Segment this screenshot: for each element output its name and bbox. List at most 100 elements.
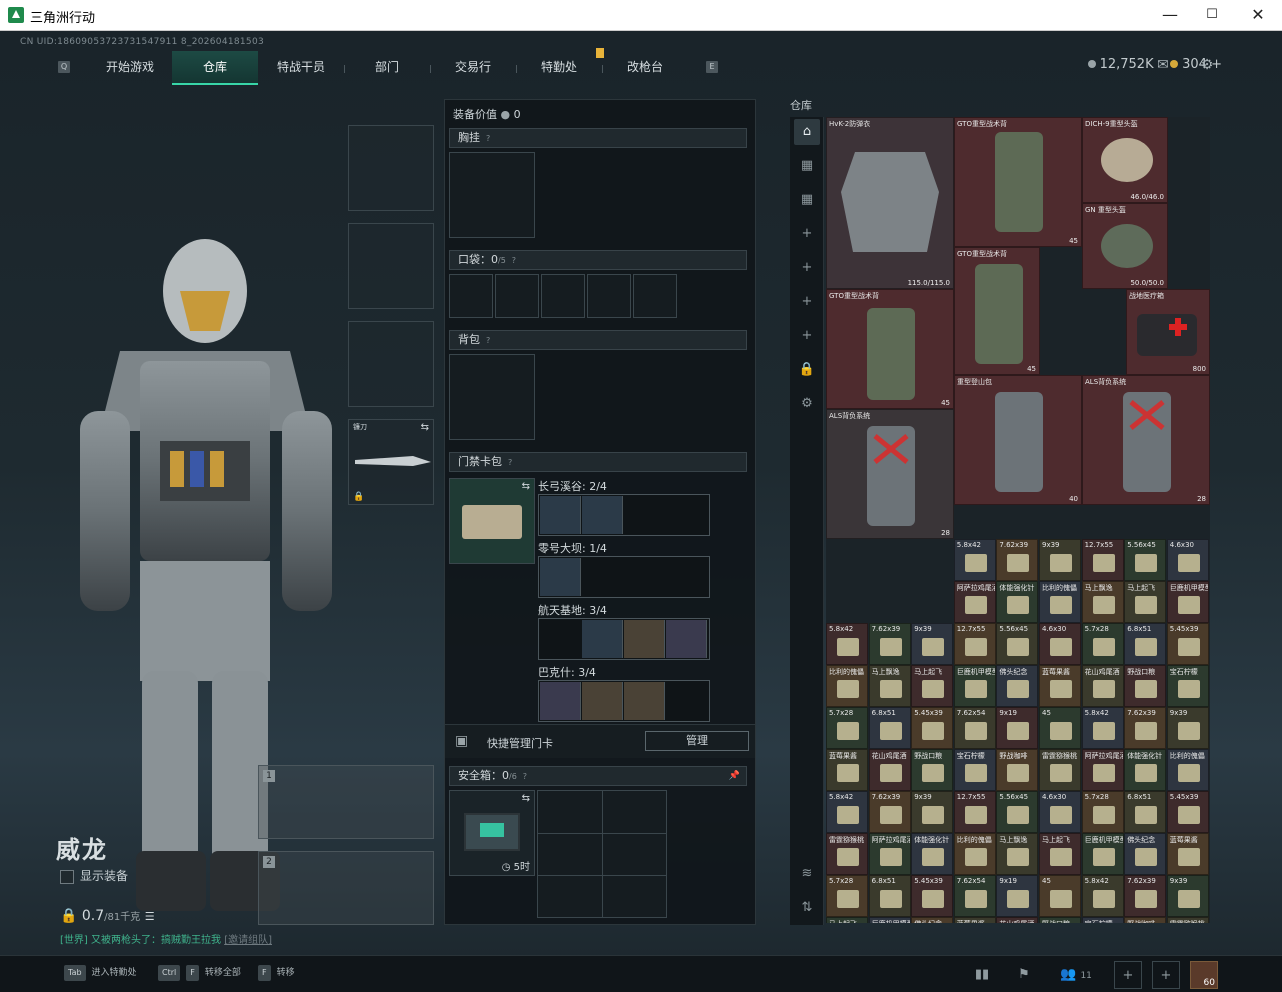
- warehouse-small-item[interactable]: 5.7x28: [826, 707, 868, 749]
- pocket-slot[interactable]: [633, 274, 677, 318]
- hint-transfer[interactable]: F 转移: [258, 965, 295, 981]
- warehouse-small-item[interactable]: 蓝莓果酱: [826, 749, 868, 791]
- tab-operators[interactable]: 特战干员: [258, 51, 344, 85]
- keycard-item[interactable]: [624, 620, 665, 658]
- warehouse-small-item[interactable]: 马上飘逸: [868, 665, 911, 707]
- nav-key-e[interactable]: E: [706, 61, 718, 73]
- warehouse-item[interactable]: 战地医疗箱 800: [1126, 289, 1210, 375]
- warehouse-small-item[interactable]: 巨鹿机甲模型: [868, 917, 911, 923]
- warehouse-small-item[interactable]: 4.6x30: [1039, 623, 1081, 665]
- list-icon[interactable]: ☰: [145, 910, 155, 923]
- warehouse-small-item[interactable]: 比利的傀儡: [1166, 749, 1209, 791]
- warehouse-small-item[interactable]: 5.45x39: [1166, 623, 1209, 665]
- warehouse-small-item[interactable]: 12.7x55: [953, 791, 996, 833]
- warehouse-item[interactable]: GTO重型战术背 45: [954, 247, 1040, 375]
- warehouse-small-item[interactable]: 6.8x51: [1124, 623, 1167, 665]
- warehouse-small-item[interactable]: 5.8x42: [953, 539, 996, 581]
- warehouse-small-item[interactable]: 体能强化针: [1124, 749, 1167, 791]
- warehouse-item[interactable]: GN 重型头盔 50.0/50.0: [1082, 203, 1168, 289]
- warehouse-small-item[interactable]: 7.62x39: [868, 623, 911, 665]
- friends-button[interactable]: 👥 11: [1056, 961, 1096, 989]
- pocket-slot[interactable]: [495, 274, 539, 318]
- warehouse-small-item[interactable]: 5.45x39: [911, 875, 954, 917]
- warehouse-small-item[interactable]: 宝石柠檬: [1081, 917, 1124, 923]
- checkbox[interactable]: [60, 869, 74, 884]
- warehouse-small-item[interactable]: 野战口粮: [1124, 665, 1167, 707]
- warehouse-small-item[interactable]: 5.8x42: [1081, 707, 1124, 749]
- add-tab-icon[interactable]: +: [794, 221, 820, 247]
- warehouse-small-item[interactable]: 9x39: [911, 791, 954, 833]
- warehouse-small-item[interactable]: 马上飘逸: [996, 833, 1039, 875]
- warehouse-item[interactable]: ALS背负系统 28: [1082, 375, 1210, 505]
- warehouse-small-item[interactable]: 马上起飞: [826, 917, 868, 923]
- minimize-button[interactable]: —: [1160, 6, 1180, 26]
- keycard-item[interactable]: [540, 496, 581, 534]
- warehouse-item[interactable]: 重型登山包 40: [954, 375, 1082, 505]
- tab-trade[interactable]: 交易行: [430, 51, 516, 85]
- help-icon[interactable]: ?: [486, 336, 490, 345]
- pocket-slot[interactable]: [541, 274, 585, 318]
- sort-icon[interactable]: ⇅: [794, 895, 820, 921]
- flag-icon[interactable]: ⚑: [1010, 961, 1038, 989]
- warehouse-small-item[interactable]: 5.45x39: [911, 707, 954, 749]
- warehouse-small-item[interactable]: 5.8x42: [826, 623, 868, 665]
- pocket-slot[interactable]: [587, 274, 631, 318]
- warehouse-small-item[interactable]: 阿萨拉鸡尾酒: [953, 581, 996, 623]
- warehouse-small-item[interactable]: 9x39: [911, 623, 954, 665]
- warehouse-small-item[interactable]: 45: [1039, 707, 1081, 749]
- swap-icon[interactable]: ⇆: [522, 793, 530, 804]
- warehouse-small-item[interactable]: 雷霆猕猴桃: [826, 833, 868, 875]
- manage-button[interactable]: 管理: [645, 731, 749, 751]
- warehouse-item[interactable]: GTO重型战术背 45: [954, 117, 1082, 247]
- keycard-item[interactable]: [582, 682, 623, 720]
- keycard-item[interactable]: [624, 682, 665, 720]
- warehouse-small-item[interactable]: 12.7x55: [953, 623, 996, 665]
- tab-department[interactable]: 部门: [344, 51, 430, 85]
- warehouse-small-item[interactable]: 5.8x42: [826, 791, 868, 833]
- tab-special-ops[interactable]: 特勤处: [516, 51, 602, 85]
- pistol-slot[interactable]: [348, 321, 434, 407]
- invite-link[interactable]: [邀请组队]: [224, 935, 272, 946]
- warehouse-small-item[interactable]: 雷霆猕猴桃: [1166, 917, 1209, 923]
- helmet-slot[interactable]: [348, 125, 434, 211]
- warehouse-small-item[interactable]: 野战口粮: [1039, 917, 1081, 923]
- warehouse-small-item[interactable]: 体能强化针: [996, 581, 1039, 623]
- armor-slot[interactable]: [348, 223, 434, 309]
- keycard-item[interactable]: [582, 620, 623, 658]
- warehouse-small-item[interactable]: 6.8x51: [1124, 791, 1167, 833]
- add-tab-icon[interactable]: +: [794, 289, 820, 315]
- safe-box-grid[interactable]: [537, 790, 667, 918]
- help-icon[interactable]: ?: [486, 134, 490, 143]
- close-button[interactable]: ✕: [1248, 6, 1268, 26]
- warehouse-small-item[interactable]: 5.7x28: [826, 875, 868, 917]
- warehouse-item[interactable]: GTO重型战术背 45: [826, 289, 954, 409]
- add-tab-icon[interactable]: +: [794, 255, 820, 281]
- warehouse-small-item[interactable]: 7.62x54: [953, 875, 996, 917]
- warehouse-small-item[interactable]: 阿萨拉鸡尾酒: [1081, 749, 1124, 791]
- warehouse-small-item[interactable]: 5.7x28: [1081, 623, 1124, 665]
- backpack-slot[interactable]: [449, 354, 535, 440]
- chest-rig-slot[interactable]: [449, 152, 535, 238]
- safe-box-slot[interactable]: ⇆ ◷ 5时: [449, 790, 535, 876]
- warehouse-small-item[interactable]: 9x39: [1039, 539, 1081, 581]
- warehouse-small-item[interactable]: 7.62x39: [1124, 707, 1167, 749]
- warehouse-small-item[interactable]: 花山鸡尾酒: [1081, 665, 1124, 707]
- warehouse-small-item[interactable]: 佛头纪念: [1124, 833, 1167, 875]
- warehouse-small-item[interactable]: 比利的傀儡: [826, 665, 868, 707]
- warehouse-small-item[interactable]: 体能强化针: [911, 833, 954, 875]
- warehouse-home-button[interactable]: ⌂: [794, 119, 820, 145]
- settings-gear-icon[interactable]: ⚙: [1198, 57, 1216, 73]
- warehouse-item[interactable]: HvK-2防弹衣 115.0/115.0: [826, 117, 954, 289]
- help-icon[interactable]: ?: [508, 458, 512, 467]
- pocket-slot[interactable]: [449, 274, 493, 318]
- warehouse-small-item[interactable]: 9x19: [996, 875, 1039, 917]
- warehouse-small-item[interactable]: 马上起飞: [1039, 833, 1081, 875]
- keycard-item[interactable]: [540, 682, 581, 720]
- keycard-item[interactable]: [582, 496, 623, 534]
- grid-view-2-icon[interactable]: ▦: [794, 187, 820, 213]
- warehouse-small-item[interactable]: 阿萨拉鸡尾酒: [868, 833, 911, 875]
- tab-gunsmith[interactable]: 改枪台: [602, 51, 688, 85]
- keycard-bag-slot[interactable]: ⇆: [449, 478, 535, 564]
- hint-enter-special-ops[interactable]: Tab 进入特勤处: [64, 965, 137, 981]
- warehouse-small-item[interactable]: 4.6x30: [1166, 539, 1209, 581]
